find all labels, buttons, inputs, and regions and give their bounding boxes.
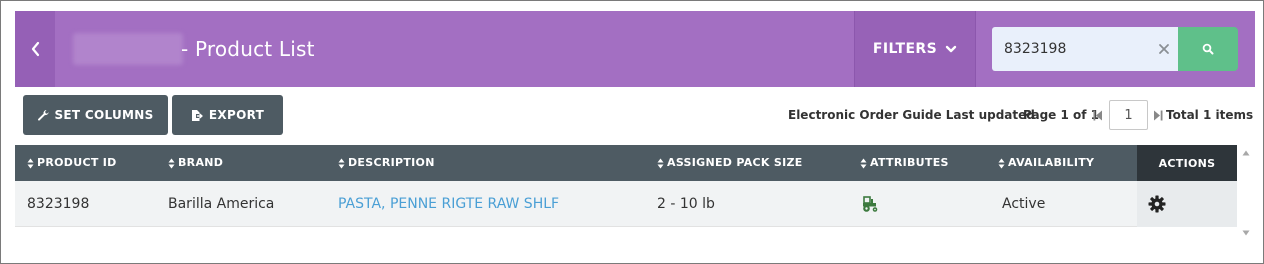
set-columns-button[interactable]: SET COLUMNS xyxy=(23,95,168,135)
scroll-down-arrow-icon[interactable] xyxy=(1241,229,1251,237)
chevron-down-icon xyxy=(945,45,957,53)
step-backward-icon xyxy=(1093,110,1102,120)
column-header-availability[interactable]: AVAILABILITY xyxy=(998,145,1094,181)
clear-search-button[interactable] xyxy=(1150,27,1178,71)
column-label: PRODUCT ID xyxy=(37,156,117,169)
cell-description-link[interactable]: PASTA, PENNE RIGTE RAW SHLF xyxy=(338,181,559,227)
column-header-description[interactable]: DESCRIPTION xyxy=(338,145,435,181)
page-indicator: Page 1 of 1 xyxy=(1023,108,1099,122)
cell-availability: Active xyxy=(1002,196,1046,212)
search-input[interactable] xyxy=(992,27,1152,71)
sort-icon xyxy=(860,158,867,168)
sort-icon xyxy=(657,158,664,168)
column-label: BRAND xyxy=(178,156,224,169)
total-items-text: Total 1 items xyxy=(1166,108,1254,122)
sort-icon xyxy=(168,158,175,168)
order-guide-updated-text: Electronic Order Guide Last updated xyxy=(788,108,1035,122)
cell-brand: Barilla America xyxy=(168,196,275,212)
redacted-customer-name xyxy=(73,33,183,65)
export-button[interactable]: EXPORT xyxy=(172,95,283,135)
column-header-actions: ACTIONS xyxy=(1137,145,1237,181)
search-icon xyxy=(1202,43,1214,55)
column-header-brand[interactable]: BRAND xyxy=(168,145,223,181)
file-export-icon xyxy=(191,109,203,121)
vertical-scrollbar[interactable] xyxy=(1239,145,1253,241)
app-frame: - Product List FILTERS SET xyxy=(0,0,1264,264)
page-number-input[interactable] xyxy=(1109,100,1148,130)
close-icon xyxy=(1159,44,1169,54)
set-columns-label: SET COLUMNS xyxy=(54,108,154,122)
page-header: - Product List FILTERS xyxy=(15,11,1255,87)
back-button[interactable] xyxy=(15,11,55,87)
column-header-pack-size[interactable]: ASSIGNED PACK SIZE xyxy=(657,145,803,181)
scroll-up-arrow-icon[interactable] xyxy=(1241,149,1251,157)
column-label: ACTIONS xyxy=(1158,156,1216,170)
step-forward-icon xyxy=(1154,110,1163,120)
table-header: PRODUCT ID BRAND DESCRIPTION ASSIGNED PA… xyxy=(15,145,1237,181)
filters-button[interactable]: FILTERS xyxy=(854,11,976,87)
cell-product-id: 8323198 xyxy=(27,196,90,212)
first-page-button[interactable] xyxy=(1092,108,1104,122)
tractor-icon xyxy=(863,196,878,212)
gear-icon[interactable] xyxy=(1147,194,1167,214)
column-header-attributes[interactable]: ATTRIBUTES xyxy=(860,145,949,181)
export-label: EXPORT xyxy=(208,108,265,122)
table-row[interactable]: 8323198 Barilla America PASTA, PENNE RIG… xyxy=(15,181,1237,227)
column-header-product-id[interactable]: PRODUCT ID xyxy=(27,145,117,181)
sort-icon xyxy=(27,158,34,168)
search-button[interactable] xyxy=(1178,27,1238,71)
column-label: ATTRIBUTES xyxy=(870,156,949,169)
cell-pack-size: 2 - 10 lb xyxy=(657,196,715,212)
page-title: - Product List xyxy=(181,37,315,61)
column-label: ASSIGNED PACK SIZE xyxy=(667,156,803,169)
sort-icon xyxy=(338,158,345,168)
sort-icon xyxy=(998,158,1005,168)
filters-label: FILTERS xyxy=(872,41,938,57)
last-page-button[interactable] xyxy=(1152,108,1164,122)
wrench-icon xyxy=(38,110,50,121)
column-label: DESCRIPTION xyxy=(348,156,435,169)
cell-actions xyxy=(1137,181,1237,227)
chevron-left-icon xyxy=(31,41,40,57)
column-label: AVAILABILITY xyxy=(1008,156,1095,169)
search-box xyxy=(992,27,1178,71)
